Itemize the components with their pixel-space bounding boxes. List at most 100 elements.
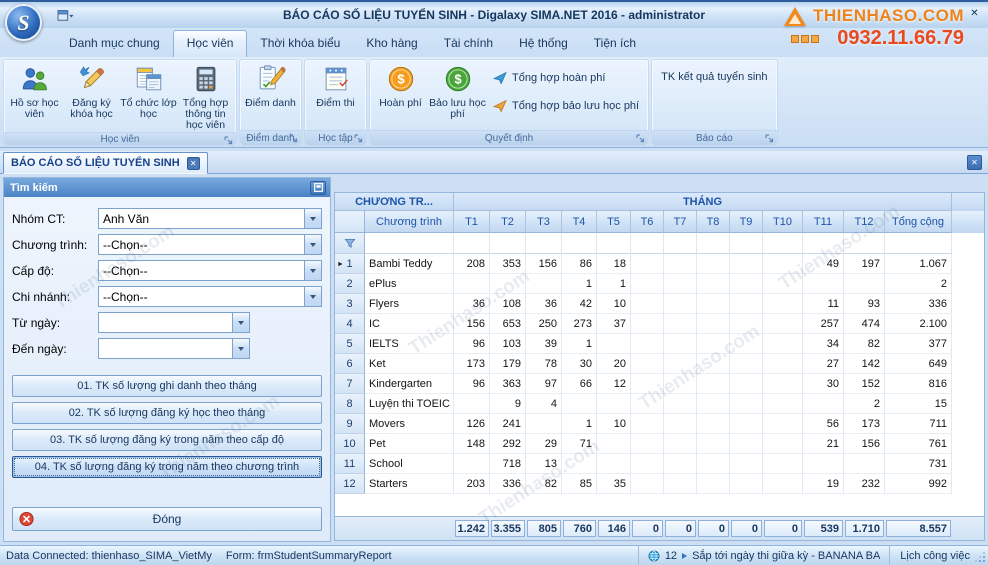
row-indicator[interactable]: 2	[335, 274, 365, 294]
row-total-cell[interactable]: 336	[885, 294, 952, 314]
value-cell[interactable]: 474	[844, 314, 885, 334]
value-cell[interactable]: 250	[526, 314, 562, 334]
program-name-cell[interactable]: Flyers	[365, 294, 454, 314]
value-cell[interactable]	[631, 274, 664, 294]
column-header-tong-cong[interactable]: Tổng cộng	[885, 211, 952, 233]
row-indicator[interactable]: 12	[335, 474, 365, 494]
dialog-launcher-icon[interactable]	[764, 133, 775, 144]
value-cell[interactable]	[730, 294, 763, 314]
row-total-cell[interactable]: 2	[885, 274, 952, 294]
value-cell[interactable]	[730, 454, 763, 474]
ribbon-button-to-chuc-lop-hoc[interactable]: Tổ chức lớp học	[120, 61, 177, 131]
filter-cell[interactable]	[885, 233, 952, 254]
value-cell[interactable]	[631, 394, 664, 414]
chuong-trinh-combobox[interactable]: --Chọn--	[98, 234, 322, 255]
value-cell[interactable]: 36	[454, 294, 490, 314]
value-cell[interactable]	[597, 334, 631, 354]
tab-close-icon[interactable]	[187, 157, 200, 170]
row-indicator[interactable]: 10	[335, 434, 365, 454]
grid-row[interactable]: 7Kindergarten9636397661230152816	[335, 374, 984, 394]
dialog-launcher-icon[interactable]	[635, 133, 646, 144]
nhom-ct-combobox[interactable]: Anh Văn	[98, 208, 322, 229]
value-cell[interactable]	[631, 294, 664, 314]
value-cell[interactable]: 86	[562, 254, 597, 274]
ribbon-button-tong-hop-bao-luu-hoc-phi[interactable]: Tổng hợp bảo lưu học phí	[493, 99, 639, 113]
value-cell[interactable]	[664, 274, 697, 294]
value-cell[interactable]: 56	[803, 414, 844, 434]
filter-cell[interactable]	[597, 233, 631, 254]
menu-tab-hoc-vien[interactable]: Học viên	[173, 30, 248, 57]
value-cell[interactable]	[526, 414, 562, 434]
value-cell[interactable]: 9	[490, 394, 526, 414]
value-cell[interactable]	[697, 294, 730, 314]
value-cell[interactable]	[631, 414, 664, 434]
value-cell[interactable]: 126	[454, 414, 490, 434]
value-cell[interactable]	[763, 474, 803, 494]
value-cell[interactable]	[803, 274, 844, 294]
program-name-cell[interactable]: ePlus	[365, 274, 454, 294]
value-cell[interactable]	[697, 474, 730, 494]
value-cell[interactable]: 78	[526, 354, 562, 374]
column-header-t7[interactable]: T7	[664, 211, 697, 233]
value-cell[interactable]	[763, 354, 803, 374]
grid-row[interactable]: 12Starters20333682853519232992	[335, 474, 984, 494]
value-cell[interactable]	[631, 374, 664, 394]
value-cell[interactable]	[454, 394, 490, 414]
row-total-cell[interactable]: 1.067	[885, 254, 952, 274]
value-cell[interactable]: 97	[526, 374, 562, 394]
value-cell[interactable]	[844, 274, 885, 294]
row-indicator[interactable]: 11	[335, 454, 365, 474]
row-total-cell[interactable]: 377	[885, 334, 952, 354]
value-cell[interactable]	[730, 314, 763, 334]
value-cell[interactable]	[730, 414, 763, 434]
value-cell[interactable]: 85	[562, 474, 597, 494]
value-cell[interactable]	[664, 354, 697, 374]
value-cell[interactable]	[631, 434, 664, 454]
filter-cell[interactable]	[490, 233, 526, 254]
grid-row[interactable]: 4IC156653250273372574742.100	[335, 314, 984, 334]
value-cell[interactable]	[763, 394, 803, 414]
grid-row[interactable]: 2ePlus112	[335, 274, 984, 294]
value-cell[interactable]: 35	[597, 474, 631, 494]
grid-row[interactable]: 9Movers12624111056173711	[335, 414, 984, 434]
column-header-t10[interactable]: T10	[763, 211, 803, 233]
value-cell[interactable]: 82	[844, 334, 885, 354]
tabstrip-close-button[interactable]	[967, 155, 982, 170]
value-cell[interactable]	[664, 294, 697, 314]
ribbon-button-tong-hop-hoan-phi[interactable]: Tổng hợp hoàn phí	[493, 71, 639, 85]
value-cell[interactable]: 273	[562, 314, 597, 334]
grid-row[interactable]: 1Bambi Teddy2083531568618491971.067	[335, 254, 984, 274]
value-cell[interactable]: 653	[490, 314, 526, 334]
value-cell[interactable]: 4	[526, 394, 562, 414]
value-cell[interactable]: 20	[597, 354, 631, 374]
row-total-cell[interactable]: 731	[885, 454, 952, 474]
row-total-cell[interactable]: 711	[885, 414, 952, 434]
value-cell[interactable]	[664, 334, 697, 354]
value-cell[interactable]	[697, 254, 730, 274]
value-cell[interactable]	[597, 434, 631, 454]
value-cell[interactable]	[697, 334, 730, 354]
grid-row[interactable]: 3Flyers361083642101193336	[335, 294, 984, 314]
program-name-cell[interactable]: Ket	[365, 354, 454, 374]
dropdown-button[interactable]	[232, 313, 249, 332]
row-total-cell[interactable]: 2.100	[885, 314, 952, 334]
value-cell[interactable]	[697, 354, 730, 374]
report-button-02[interactable]: 02. TK số lượng đăng ký học theo tháng	[12, 402, 322, 424]
value-cell[interactable]	[631, 314, 664, 334]
grid-row[interactable]: 8Luyện thi TOEIC94215	[335, 394, 984, 414]
den-ngay-combobox[interactable]	[98, 338, 250, 359]
program-name-cell[interactable]: Kindergarten	[365, 374, 454, 394]
value-cell[interactable]: 82	[526, 474, 562, 494]
menu-tab-he-thong[interactable]: Hệ thống	[506, 31, 581, 57]
value-cell[interactable]: 353	[490, 254, 526, 274]
value-cell[interactable]: 21	[803, 434, 844, 454]
value-cell[interactable]: 37	[597, 314, 631, 334]
value-cell[interactable]: 11	[803, 294, 844, 314]
value-cell[interactable]: 197	[844, 254, 885, 274]
row-total-cell[interactable]: 992	[885, 474, 952, 494]
value-cell[interactable]	[730, 354, 763, 374]
value-cell[interactable]: 71	[562, 434, 597, 454]
value-cell[interactable]	[730, 434, 763, 454]
program-name-cell[interactable]: Pet	[365, 434, 454, 454]
ribbon-button-tk-ket-qua-tuyen-sinh[interactable]: TK kết quả tuyển sinh	[661, 71, 767, 83]
